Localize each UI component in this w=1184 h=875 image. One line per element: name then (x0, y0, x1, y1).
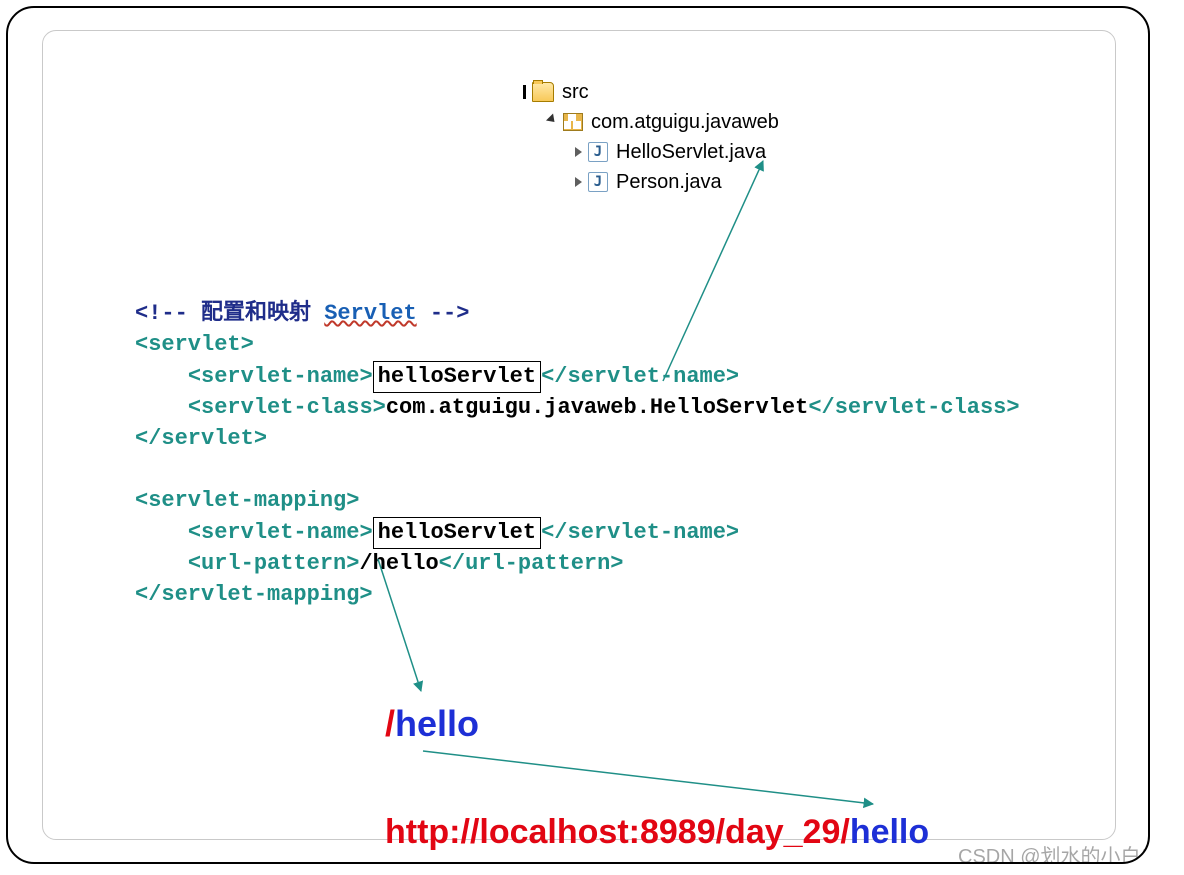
java-file-icon: J (588, 142, 608, 162)
mapping-close-tag: </servlet-mapping> (135, 582, 373, 607)
servlet-close-tag: </servlet> (135, 426, 267, 451)
servlet-class-open: <servlet-class> (188, 395, 386, 420)
url-pattern-open: <url-pattern> (188, 551, 360, 576)
annotation-url-prefix: http://localhost:8989/day_29/ (385, 813, 850, 851)
tree-row-src: src (523, 77, 779, 107)
twisty-closed-icon (575, 177, 582, 187)
file2-label: Person.java (616, 168, 722, 197)
servlet-class-close: </servlet-class> (808, 395, 1019, 420)
comment-close: --> (417, 301, 470, 326)
comment-open: <!-- (135, 301, 201, 326)
url-pattern-value: /hello (359, 551, 438, 576)
src-folder-icon (532, 82, 554, 102)
src-label: src (562, 78, 589, 107)
servlet-open-tag: <servlet> (135, 332, 254, 357)
tree-row-file2: J Person.java (575, 167, 779, 197)
servlet-name-value-2: helloServlet (373, 517, 541, 550)
tree-row-file1: J HelloServlet.java (575, 137, 779, 167)
annotation-hello-text: hello (395, 703, 479, 744)
xml-config-code: <!-- 配置和映射 Servlet --> <servlet> <servle… (135, 299, 1020, 611)
servlet-name-close: </servlet-name> (541, 364, 739, 389)
tree-root-mark (523, 85, 526, 99)
annotation-url: http://localhost:8989/day_29/hello (385, 813, 929, 852)
servlet-class-value: com.atguigu.javaweb.HelloServlet (386, 395, 808, 420)
url-pattern-close: </url-pattern> (439, 551, 624, 576)
package-icon (563, 113, 583, 131)
annotation-hello: /hello (385, 703, 479, 745)
watermark: CSDN @划水的小白白 (958, 840, 1150, 864)
mapping-name-close: </servlet-name> (541, 520, 739, 545)
comment-keyword: Servlet (324, 301, 416, 326)
twisty-open-icon (546, 113, 558, 125)
diagram-frame: src com.atguigu.javaweb J HelloServlet.j… (6, 6, 1150, 864)
package-explorer-tree: src com.atguigu.javaweb J HelloServlet.j… (523, 77, 779, 197)
arrow-hello-to-url (423, 751, 873, 804)
twisty-closed-icon (575, 147, 582, 157)
annotation-slash: / (385, 703, 395, 744)
servlet-name-open: <servlet-name> (188, 364, 373, 389)
comment-cn: 配置和映射 (201, 301, 311, 326)
mapping-open-tag: <servlet-mapping> (135, 488, 359, 513)
java-file-icon: J (588, 172, 608, 192)
diagram-canvas: src com.atguigu.javaweb J HelloServlet.j… (42, 30, 1116, 840)
file1-label: HelloServlet.java (616, 138, 766, 167)
annotation-url-suffix: hello (850, 813, 929, 851)
tree-row-package: com.atguigu.javaweb (547, 107, 779, 137)
servlet-name-value-1: helloServlet (373, 361, 541, 394)
package-label: com.atguigu.javaweb (591, 108, 779, 137)
mapping-name-open: <servlet-name> (188, 520, 373, 545)
